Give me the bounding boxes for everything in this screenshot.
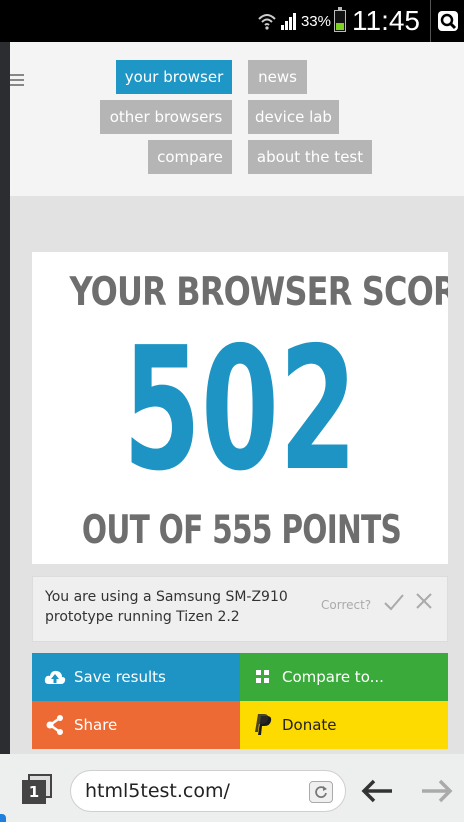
wifi-icon [258, 14, 276, 30]
share-icon [44, 714, 66, 736]
battery-percentage: 33% [300, 12, 331, 30]
save-results-label: Save results [74, 668, 166, 686]
share-label: Share [74, 716, 118, 734]
close-icon[interactable] [415, 592, 433, 610]
edge-indicator [0, 814, 6, 822]
score-card: YOUR BROWSER SCORES 502 OUT OF 555 POINT… [32, 252, 448, 564]
donate-button[interactable]: Donate [240, 701, 448, 749]
score-value: 502 [122, 311, 358, 509]
signal-strength-icon [280, 12, 297, 30]
nav-about-the-test[interactable]: about the test [248, 140, 372, 174]
paypal-icon [252, 714, 274, 736]
tab-count: 1 [22, 780, 46, 804]
status-bar: 33% 11:45 [0, 0, 464, 42]
browser-toolbar: 1 html5test.com/ [0, 754, 464, 822]
status-time: 11:45 [352, 5, 420, 36]
reload-icon[interactable] [309, 781, 333, 803]
score-title: YOUR BROWSER SCORES [69, 270, 448, 315]
device-detection-box: You are using a Samsung SM-Z910 prototyp… [32, 576, 448, 642]
tabs-icon[interactable]: 1 [22, 774, 52, 804]
menu-icon[interactable] [10, 74, 24, 86]
back-arrow-icon[interactable] [360, 778, 394, 804]
nav-news[interactable]: news [248, 60, 307, 94]
web-viewport: your browser news other browsers device … [10, 42, 464, 754]
nav-compare[interactable]: compare [148, 140, 232, 174]
battery-icon [334, 7, 346, 32]
phone-screen: 33% 11:45 your browser news other browse… [0, 0, 464, 822]
cloud-upload-icon [44, 666, 66, 688]
forward-arrow-icon[interactable] [420, 778, 454, 804]
nav-your-browser[interactable]: your browser [116, 60, 232, 94]
site-navigation: your browser news other browsers device … [10, 42, 464, 196]
url-text: html5test.com/ [85, 780, 230, 802]
url-field[interactable]: html5test.com/ [70, 770, 346, 812]
nav-other-browsers[interactable]: other browsers [100, 100, 232, 134]
donate-label: Donate [282, 716, 337, 734]
share-button[interactable]: Share [32, 701, 240, 749]
status-icons: 33% 11:45 [257, 0, 464, 42]
search-notification-icon[interactable] [430, 0, 464, 42]
correct-prompt: Correct? [321, 598, 372, 612]
device-description: You are using a Samsung SM-Z910 prototyp… [45, 589, 288, 625]
nav-device-lab[interactable]: device lab [248, 100, 339, 134]
grid-icon [252, 666, 274, 688]
save-results-button[interactable]: Save results [32, 653, 240, 701]
check-icon[interactable] [383, 591, 405, 613]
compare-to-label: Compare to... [282, 668, 384, 686]
score-subtitle: OUT OF 555 POINTS [81, 508, 402, 553]
compare-to-button[interactable]: Compare to... [240, 653, 448, 701]
